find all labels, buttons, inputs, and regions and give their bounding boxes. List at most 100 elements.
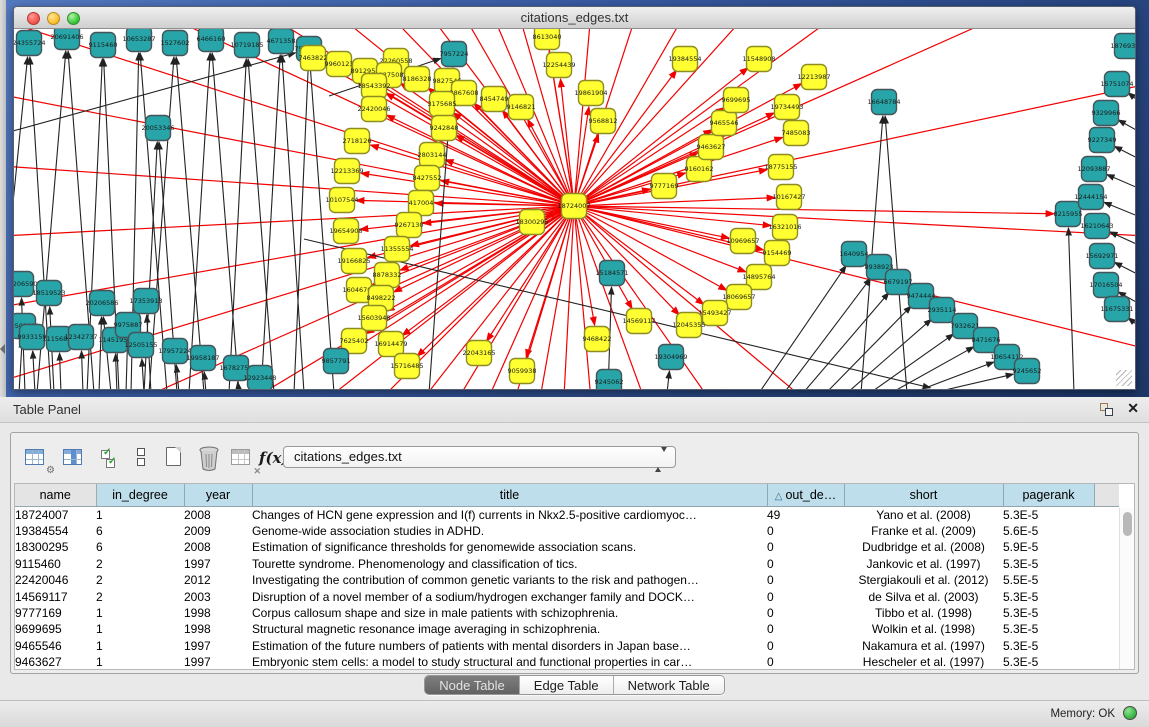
table-row[interactable]: 2242004622012Investigating the contribut…: [15, 572, 1119, 588]
graph-node[interactable]: [134, 289, 159, 314]
graph-node[interactable]: [163, 339, 188, 364]
table-row[interactable]: 1938455462009Genome-wide association stu…: [15, 523, 1119, 539]
graph-node[interactable]: [1094, 273, 1119, 298]
graph-node[interactable]: [395, 354, 420, 379]
graph-node[interactable]: [535, 29, 560, 50]
table-cell[interactable]: 0: [767, 539, 844, 555]
table-cell[interactable]: 1: [96, 621, 184, 637]
delete-table-button-disabled[interactable]: ✕: [231, 445, 257, 471]
graph-node[interactable]: [802, 65, 827, 90]
table-selector-dropdown[interactable]: citations_edges.txt: [283, 446, 676, 468]
graph-node[interactable]: [327, 52, 352, 77]
graph-node[interactable]: [163, 31, 188, 56]
table-cell[interactable]: Stergiakouli et al. (2012): [844, 572, 1003, 588]
graph-node[interactable]: [930, 298, 955, 323]
graph-node[interactable]: [47, 327, 72, 352]
graph-node[interactable]: [330, 188, 355, 213]
table-cell[interactable]: 2: [96, 556, 184, 572]
table-cell[interactable]: Estimation of the future numbers of pati…: [252, 638, 767, 654]
graph-node[interactable]: [397, 213, 422, 238]
table-cell[interactable]: 5.3E-5: [1003, 589, 1094, 605]
graph-node[interactable]: [430, 92, 455, 117]
table-cell[interactable]: 0: [767, 621, 844, 637]
table-cell[interactable]: Changes of HCN gene expression and I(f) …: [252, 506, 767, 523]
table-cell[interactable]: 1: [96, 506, 184, 523]
graph-node[interactable]: [591, 109, 616, 134]
graph-node[interactable]: [269, 29, 294, 54]
graph-node[interactable]: [409, 191, 434, 216]
graph-node[interactable]: [509, 95, 534, 120]
table-cell[interactable]: 5.3E-5: [1003, 621, 1094, 637]
graph-node[interactable]: [1056, 202, 1081, 227]
graph-node[interactable]: [1079, 185, 1104, 210]
graph-node[interactable]: [652, 174, 677, 199]
table-cell[interactable]: 5.3E-5: [1003, 654, 1094, 670]
graph-node[interactable]: [347, 278, 372, 303]
graph-node[interactable]: [699, 135, 724, 160]
graph-node[interactable]: [467, 341, 492, 366]
table-cell[interactable]: Genome-wide association studies in ADHD.: [252, 523, 767, 539]
graph-node[interactable]: [301, 46, 326, 71]
table-vertical-scrollbar[interactable]: [1119, 508, 1134, 669]
table-cell[interactable]: 0: [767, 605, 844, 621]
table-cell[interactable]: 19384554: [15, 523, 96, 539]
table-row[interactable]: 969969511998Structural magnetic resonanc…: [15, 621, 1119, 637]
graph-node[interactable]: [677, 313, 702, 338]
table-cell[interactable]: Wolkin et al. (1998): [844, 621, 1003, 637]
table-cell[interactable]: Jankovic et al. (1997): [844, 556, 1003, 572]
table-cell[interactable]: 5.3E-5: [1003, 556, 1094, 572]
table-cell[interactable]: Investigating the contribution of common…: [252, 572, 767, 588]
table-cell[interactable]: 2008: [184, 539, 252, 555]
row-selection-button[interactable]: ✓ ✓: [99, 445, 125, 471]
graph-node[interactable]: [1015, 359, 1040, 384]
graph-node[interactable]: [379, 332, 404, 357]
graph-node[interactable]: [342, 249, 367, 274]
graph-node[interactable]: [585, 327, 610, 352]
table-cell[interactable]: 0: [767, 572, 844, 588]
column-visibility-button[interactable]: [63, 445, 89, 471]
column-header-out-degree[interactable]: △out_de…: [767, 484, 844, 506]
table-cell[interactable]: 6: [96, 523, 184, 539]
graph-node[interactable]: [324, 349, 349, 374]
graph-node[interactable]: [69, 325, 94, 350]
graph-node[interactable]: [547, 53, 572, 78]
graph-node[interactable]: [842, 242, 867, 267]
graph-node[interactable]: [562, 194, 587, 219]
graph-node[interactable]: [784, 121, 809, 146]
table-cell[interactable]: 5.9E-5: [1003, 539, 1094, 555]
graph-node[interactable]: [1082, 157, 1107, 182]
table-cell[interactable]: 2012: [184, 572, 252, 588]
graph-node[interactable]: [55, 29, 80, 50]
graph-node[interactable]: [510, 359, 535, 384]
table-cell[interactable]: 2009: [184, 523, 252, 539]
table-cell[interactable]: Franke et al. (2009): [844, 523, 1003, 539]
column-header-title[interactable]: title: [252, 484, 767, 506]
table-cell[interactable]: Embryonic stem cells: a model to study s…: [252, 654, 767, 670]
table-cell[interactable]: 18300295: [15, 539, 96, 555]
graph-node[interactable]: [520, 210, 545, 235]
graph-node[interactable]: [362, 306, 387, 331]
graph-node[interactable]: [1105, 72, 1130, 97]
table-cell[interactable]: Corpus callosum shape and size in male p…: [252, 605, 767, 621]
graph-node[interactable]: [442, 42, 467, 67]
column-header-in-degree[interactable]: in_degree: [96, 484, 184, 506]
table-cell[interactable]: 22420046: [15, 572, 96, 588]
graph-node[interactable]: [727, 285, 752, 310]
table-cell[interactable]: 2003: [184, 589, 252, 605]
table-cell[interactable]: 6: [96, 539, 184, 555]
table-cell[interactable]: Nakamura et al. (1997): [844, 638, 1003, 654]
graph-node[interactable]: [777, 185, 802, 210]
table-cell[interactable]: Estimation of significance thresholds fo…: [252, 539, 767, 555]
table-cell[interactable]: 49: [767, 506, 844, 523]
table-cell[interactable]: Hescheler et al. (1997): [844, 654, 1003, 670]
graph-node[interactable]: [1090, 128, 1115, 153]
table-cell[interactable]: 0: [767, 654, 844, 670]
graph-node[interactable]: [432, 116, 457, 141]
table-cell[interactable]: 2: [96, 589, 184, 605]
float-panel-button[interactable]: [1100, 403, 1113, 416]
graph-node[interactable]: [420, 143, 445, 168]
graph-node[interactable]: [765, 241, 790, 266]
table-row[interactable]: 977716911998Corpus callosum shape and si…: [15, 605, 1119, 621]
graph-node[interactable]: [345, 129, 370, 154]
graph-node[interactable]: [199, 29, 224, 52]
